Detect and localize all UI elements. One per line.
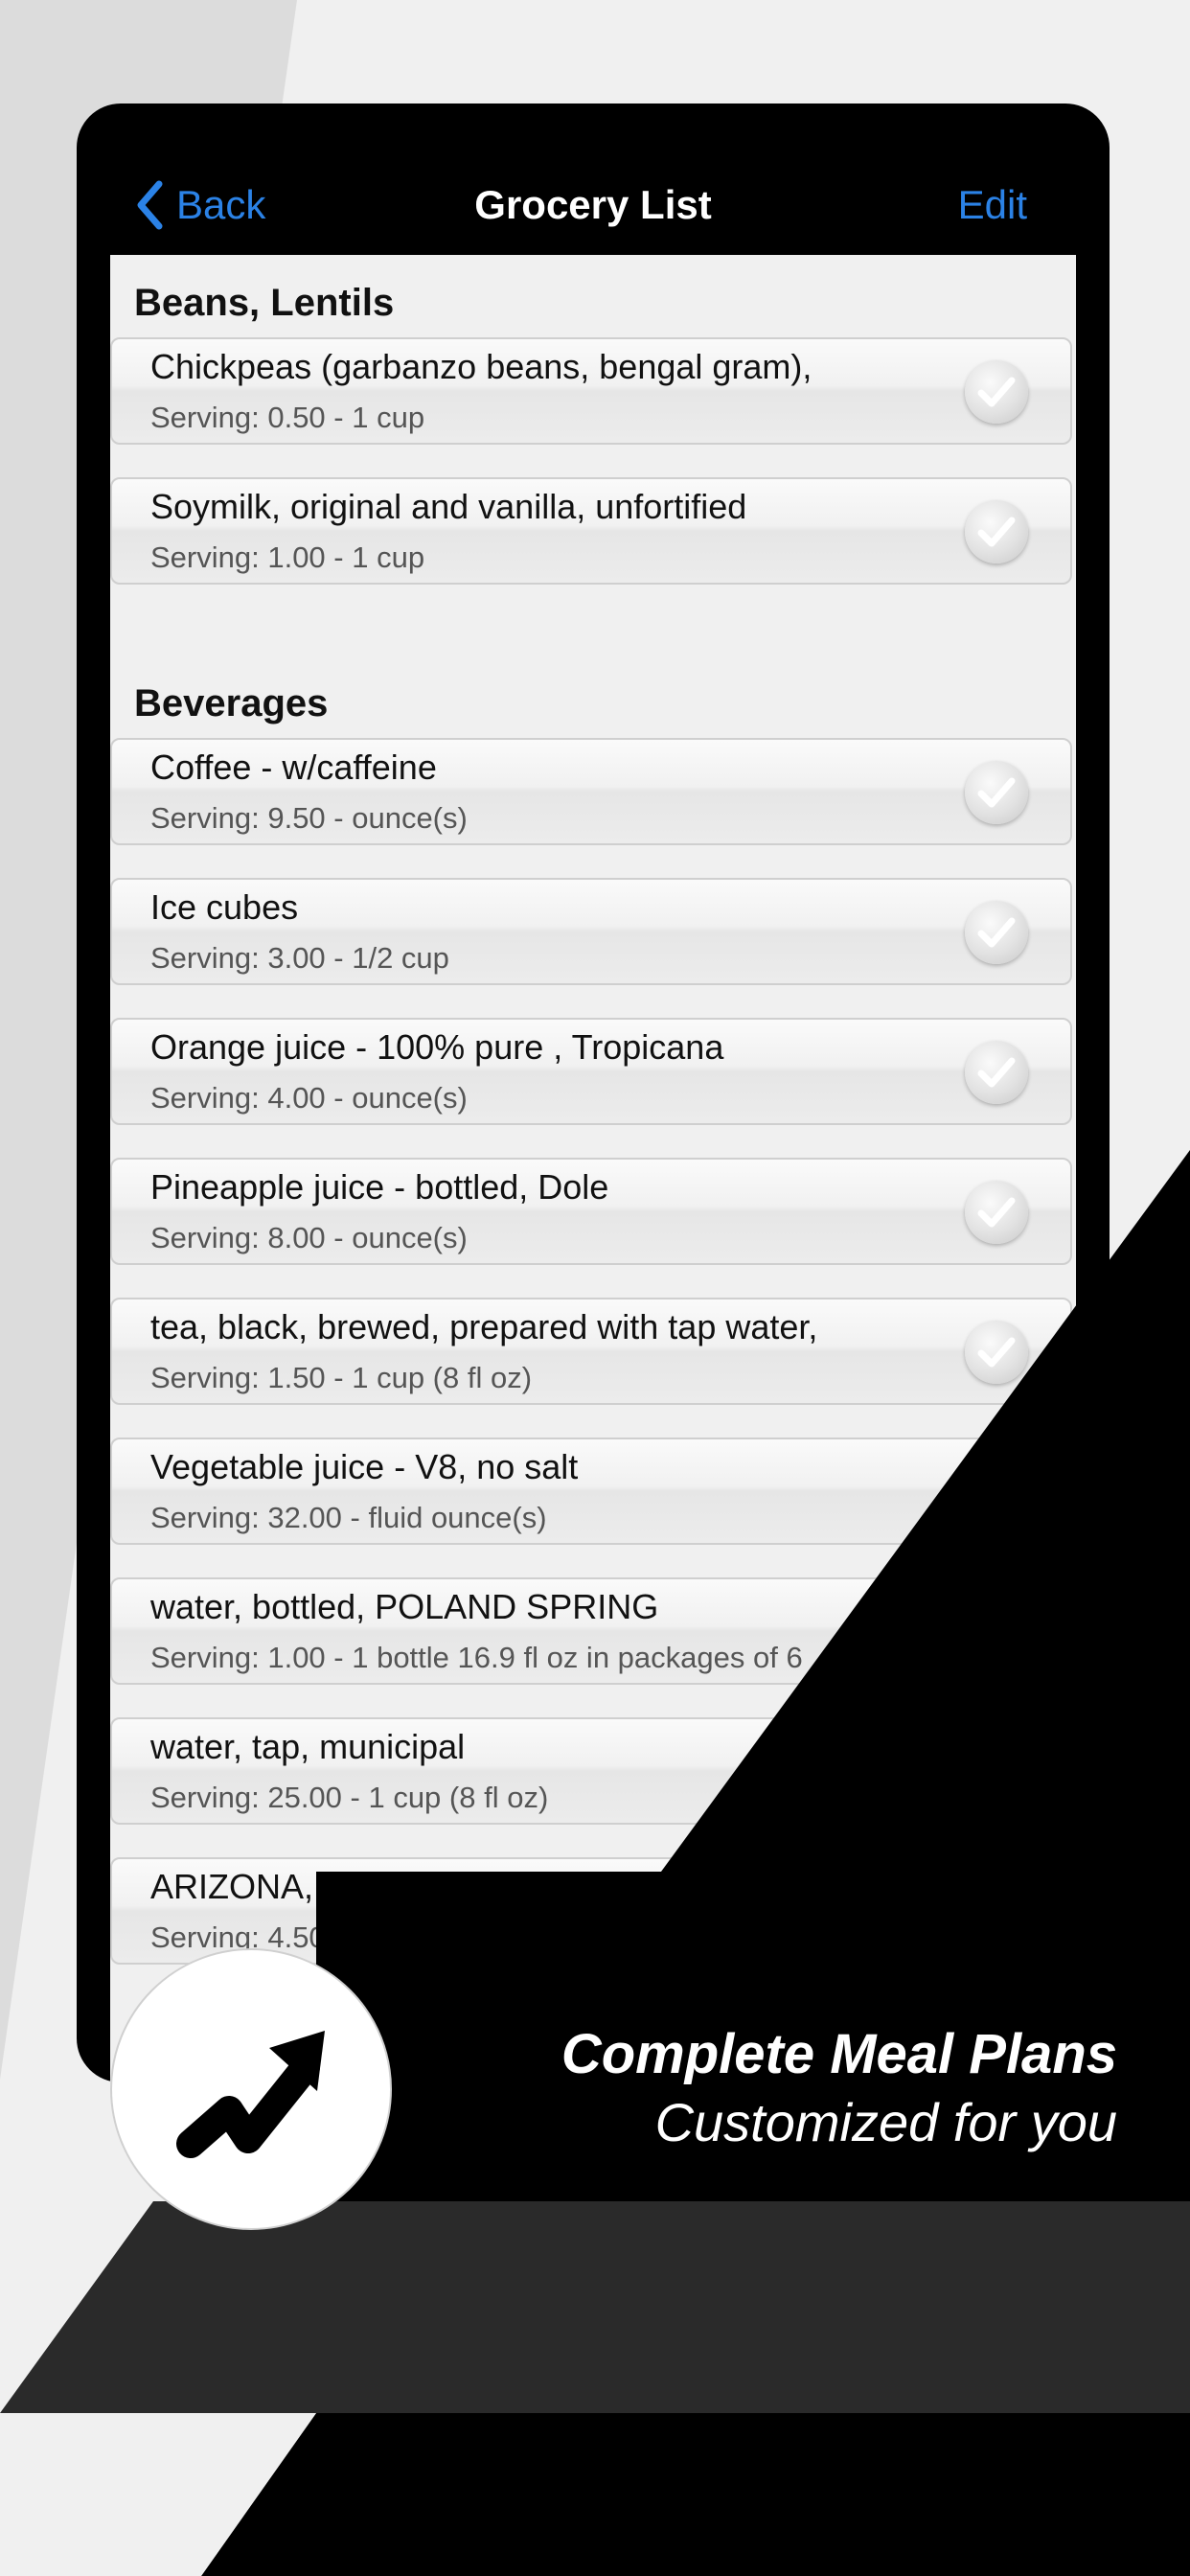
list-item[interactable]: Coffee - w/caffeine Serving: 9.50 - ounce… <box>110 738 1072 845</box>
item-name: Pineapple juice - bottled, Dole <box>150 1167 609 1207</box>
page-title: Grocery List <box>474 182 712 227</box>
edit-button[interactable]: Edit <box>958 176 1027 234</box>
item-name: ARIZONA, tea, ready-to-drink, lem <box>150 1867 678 1906</box>
check-button[interactable] <box>965 1321 1028 1384</box>
item-name: Vegetable juice - V8, no salt <box>150 1447 579 1486</box>
check-button[interactable] <box>965 1181 1028 1244</box>
item-serving: Serving: 1.50 - 1 cup (8 fl oz) <box>150 1361 533 1394</box>
item-serving: Serving: 9.50 - ounce(s) <box>150 801 468 835</box>
list-item[interactable]: Soymilk, original and vanilla, unfortifi… <box>110 477 1072 585</box>
item-serving: Serving: 25.00 - 1 cup (8 fl oz) <box>150 1781 549 1814</box>
checkmark-icon <box>977 777 1016 808</box>
check-button[interactable] <box>965 1880 1028 1944</box>
list-item[interactable]: water, bottled, POLAND SPRING Serving: 1.… <box>110 1577 1072 1685</box>
check-button[interactable] <box>965 1041 1028 1104</box>
check-button[interactable] <box>965 901 1028 964</box>
checkmark-icon <box>977 517 1016 547</box>
list-item[interactable]: Chickpeas (garbanzo beans, bengal gram),… <box>110 337 1072 445</box>
checkmark-icon <box>977 1337 1016 1368</box>
checkmark-icon <box>977 1617 1016 1647</box>
checkmark-icon <box>977 1197 1016 1228</box>
item-name: Ice cubes <box>150 887 299 927</box>
check-button[interactable] <box>965 1460 1028 1524</box>
list-item[interactable]: Vegetable juice - V8, no salt Serving: 32… <box>110 1438 1072 1545</box>
phone-frame: Back Grocery List Edit Beans, Lentils Chi… <box>77 104 1110 2082</box>
app-logo <box>110 1948 392 2230</box>
checkmark-icon <box>977 917 1016 948</box>
item-serving: Serving: 4.00 - ounce(s) <box>150 1081 468 1115</box>
checkmark-icon <box>977 1477 1016 1507</box>
list-item[interactable]: Orange juice - 100% pure , Tropicana Serv… <box>110 1018 1072 1125</box>
item-serving: Serving: 3.00 - 1/2 cup <box>150 941 449 975</box>
item-name: water, tap, municipal <box>150 1727 466 1766</box>
section-header: Beans, Lentils <box>134 282 395 324</box>
promo-title: Complete Meal Plans <box>561 2023 1117 2085</box>
item-name: water, bottled, POLAND SPRING <box>150 1587 659 1626</box>
section-header: Beverages <box>134 682 329 724</box>
checkmark-icon <box>977 1897 1016 1927</box>
promo-subtitle: Customized for you <box>654 2092 1117 2152</box>
check-button[interactable] <box>965 360 1028 424</box>
check-button[interactable] <box>965 500 1028 564</box>
navigation-bar: Back Grocery List Edit <box>77 104 1110 255</box>
item-name: Chickpeas (garbanzo beans, bengal gram), <box>150 347 812 386</box>
checkmark-icon <box>977 377 1016 407</box>
item-name: Soymilk, original and vanilla, unfortifi… <box>150 487 747 526</box>
check-button[interactable] <box>965 1600 1028 1664</box>
list-item[interactable]: water, tap, municipal Serving: 25.00 - 1 … <box>110 1717 1072 1825</box>
item-serving: Serving: 1.00 - 1 cup <box>150 540 425 574</box>
check-button[interactable] <box>965 1740 1028 1804</box>
list-item[interactable]: Ice cubes Serving: 3.00 - 1/2 cup <box>110 878 1072 985</box>
item-name: Coffee - w/caffeine <box>150 748 437 787</box>
item-serving: Serving: 32.00 - fluid ounce(s) <box>150 1501 547 1534</box>
list-item[interactable]: Pineapple juice - bottled, Dole Serving: … <box>110 1158 1072 1265</box>
trend-arrow-icon <box>176 2031 325 2158</box>
check-button[interactable] <box>965 761 1028 824</box>
list-item[interactable]: tea, black, brewed, prepared with tap wa… <box>110 1298 1072 1405</box>
checkmark-icon <box>977 1057 1016 1088</box>
item-serving: Serving: 0.50 - 1 cup <box>150 401 425 434</box>
item-name: tea, black, brewed, prepared with tap wa… <box>150 1307 818 1346</box>
item-serving: Serving: 8.00 - ounce(s) <box>150 1221 468 1254</box>
item-name: Orange juice - 100% pure , Tropicana <box>150 1027 724 1067</box>
grocery-list: Beans, Lentils Chickpeas (garbanzo beans,… <box>110 255 1076 2082</box>
checkmark-icon <box>977 1757 1016 1787</box>
item-serving: Serving: 1.00 - 1 bottle 16.9 fl oz in p… <box>150 1641 803 1674</box>
